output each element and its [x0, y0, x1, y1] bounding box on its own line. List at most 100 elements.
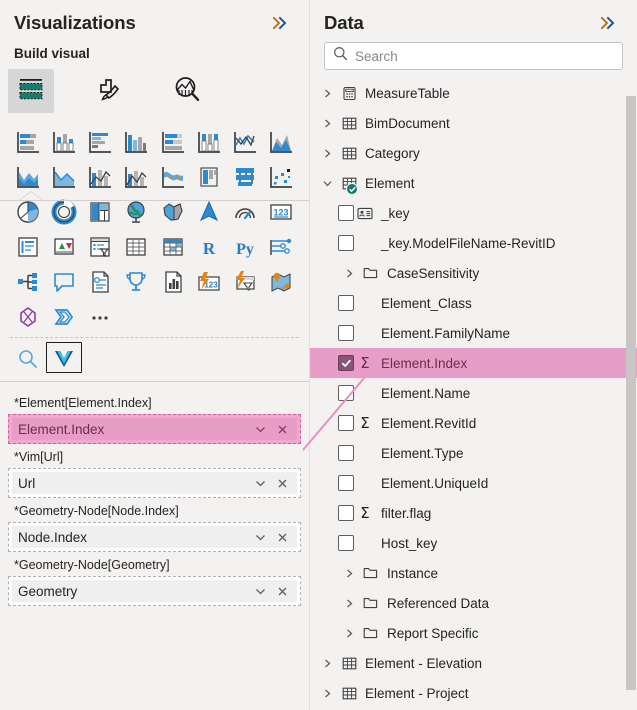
- field-well-element-index[interactable]: Element.Index: [8, 414, 301, 444]
- arcgis-maps-icon[interactable]: [263, 265, 299, 298]
- 100-stacked-column-chart-icon[interactable]: [191, 125, 227, 158]
- ribbon-chart-icon[interactable]: [118, 160, 154, 193]
- clustered-bar-chart-icon[interactable]: [82, 125, 118, 158]
- chevron-right-icon[interactable]: [316, 112, 338, 134]
- matrix-icon[interactable]: [155, 230, 191, 263]
- close-x-icon[interactable]: [271, 526, 293, 548]
- tree-row-element-familyname[interactable]: Element.FamilyName: [310, 318, 637, 348]
- more-options-icon[interactable]: [82, 300, 118, 333]
- decomposition-tree-icon[interactable]: [10, 265, 46, 298]
- field-checkbox[interactable]: [338, 325, 354, 341]
- tree-row-element[interactable]: Element: [310, 168, 637, 198]
- field-checkbox[interactable]: [338, 295, 354, 311]
- chevron-right-icon[interactable]: [316, 82, 338, 104]
- chevron-right-icon[interactable]: [316, 682, 338, 704]
- scatter-chart-icon[interactable]: [227, 160, 263, 193]
- 100-stacked-bar-chart-icon[interactable]: [155, 125, 191, 158]
- chevron-right-icon[interactable]: [316, 652, 338, 674]
- tree-row-element-elevation[interactable]: Element - Elevation: [310, 648, 637, 678]
- tree-row-element-name[interactable]: Element.Name: [310, 378, 637, 408]
- tree-row-report-specific[interactable]: Report Specific: [310, 618, 637, 648]
- python-visual-icon[interactable]: Py: [227, 230, 263, 263]
- field-checkbox[interactable]: [338, 205, 354, 221]
- chevron-down-icon[interactable]: [249, 472, 271, 494]
- double-chevron-right-icon[interactable]: [267, 13, 295, 33]
- stacked-column-chart-icon[interactable]: [46, 125, 82, 158]
- pie-chart-icon[interactable]: [263, 160, 299, 193]
- r-script-visual-icon[interactable]: R: [191, 230, 227, 263]
- tab-build-visual[interactable]: [8, 69, 54, 113]
- field-well-node-index[interactable]: Node.Index: [8, 522, 301, 552]
- chevron-right-icon[interactable]: [338, 622, 360, 644]
- chevron-down-icon[interactable]: [249, 526, 271, 548]
- tree-row-host-key[interactable]: Host_key: [310, 528, 637, 558]
- charticulator-icon[interactable]: [46, 300, 82, 333]
- chevron-right-icon[interactable]: [316, 142, 338, 164]
- vertical-scrollbar[interactable]: [626, 96, 636, 690]
- tree-row-element-uniqueid[interactable]: Element.UniqueId: [310, 468, 637, 498]
- custom-visual-icon[interactable]: [46, 342, 83, 373]
- tab-format-visual[interactable]: [86, 69, 132, 113]
- multi-row-card-icon[interactable]: [10, 230, 46, 263]
- area-chart-icon[interactable]: [263, 125, 299, 158]
- field-well-url[interactable]: Url: [8, 468, 301, 498]
- search-input[interactable]: [348, 47, 614, 65]
- tree-row-element-index[interactable]: Σ Element.Index: [310, 348, 637, 378]
- chevron-right-icon[interactable]: [338, 262, 360, 284]
- field-checkbox[interactable]: [338, 475, 354, 491]
- field-checkbox[interactable]: [338, 355, 354, 371]
- waterfall-chart-icon[interactable]: [155, 160, 191, 193]
- tree-row-element-project[interactable]: Element - Project: [310, 678, 637, 708]
- field-checkbox[interactable]: [338, 235, 354, 251]
- slicer-icon[interactable]: [82, 230, 118, 263]
- tree-row-element-type[interactable]: Element.Type: [310, 438, 637, 468]
- line-and-stacked-column-icon[interactable]: [46, 160, 82, 193]
- table-visual-icon[interactable]: [118, 230, 154, 263]
- chevron-right-icon[interactable]: [338, 562, 360, 584]
- power-automate-icon[interactable]: [227, 265, 263, 298]
- funnel-chart-icon[interactable]: [191, 160, 227, 193]
- power-apps-icon[interactable]: 123: [191, 265, 227, 298]
- tree-row-instance[interactable]: Instance: [310, 558, 637, 588]
- get-more-visuals-search-icon[interactable]: [10, 342, 46, 375]
- tree-row-key-modelfilename-revitid[interactable]: _key.ModelFileName-RevitID: [310, 228, 637, 258]
- q-and-a-icon[interactable]: [46, 265, 82, 298]
- stacked-area-chart-icon[interactable]: [10, 160, 46, 193]
- chevron-down-icon[interactable]: [316, 172, 338, 194]
- close-x-icon[interactable]: [271, 472, 293, 494]
- tree-row-element-revitid[interactable]: Σ Element.RevitId: [310, 408, 637, 438]
- chevron-down-icon[interactable]: [249, 580, 271, 602]
- deneb-icon[interactable]: [10, 300, 46, 333]
- field-checkbox[interactable]: [338, 445, 354, 461]
- tree-row-filter-flag[interactable]: Σfilter.flag: [310, 498, 637, 528]
- line-and-clustered-column-icon[interactable]: [82, 160, 118, 193]
- key-influencers-icon[interactable]: [263, 230, 299, 263]
- tree-row-key[interactable]: _key: [310, 198, 637, 228]
- field-well-geometry[interactable]: Geometry: [8, 576, 301, 606]
- tree-row-measuretable[interactable]: MeasureTable: [310, 78, 637, 108]
- chevron-down-icon[interactable]: [249, 418, 271, 440]
- tree-row-bimdocument[interactable]: BimDocument: [310, 108, 637, 138]
- field-checkbox[interactable]: [338, 415, 354, 431]
- clustered-column-chart-icon[interactable]: [118, 125, 154, 158]
- metrics-icon[interactable]: [118, 265, 154, 298]
- paginated-report-icon[interactable]: [155, 265, 191, 298]
- double-chevron-right-icon[interactable]: [595, 13, 623, 33]
- tree-row-element-class[interactable]: Element_Class: [310, 288, 637, 318]
- field-checkbox[interactable]: [338, 535, 354, 551]
- smart-narrative-icon[interactable]: [82, 265, 118, 298]
- kpi-icon[interactable]: [46, 230, 82, 263]
- line-chart-icon[interactable]: [227, 125, 263, 158]
- field-checkbox[interactable]: [338, 385, 354, 401]
- stacked-bar-chart-icon[interactable]: [10, 125, 46, 158]
- tree-row-referenced-data[interactable]: Referenced Data: [310, 588, 637, 618]
- close-x-icon[interactable]: [271, 418, 293, 440]
- field-checkbox[interactable]: [338, 505, 354, 521]
- tree-row-casesensitivity[interactable]: CaseSensitivity: [310, 258, 637, 288]
- tree-row-category[interactable]: Category: [310, 138, 637, 168]
- data-pane-title: Data: [324, 12, 364, 33]
- tab-analytics[interactable]: [164, 69, 210, 113]
- close-x-icon[interactable]: [271, 580, 293, 602]
- search-box[interactable]: [324, 42, 623, 70]
- chevron-right-icon[interactable]: [338, 592, 360, 614]
